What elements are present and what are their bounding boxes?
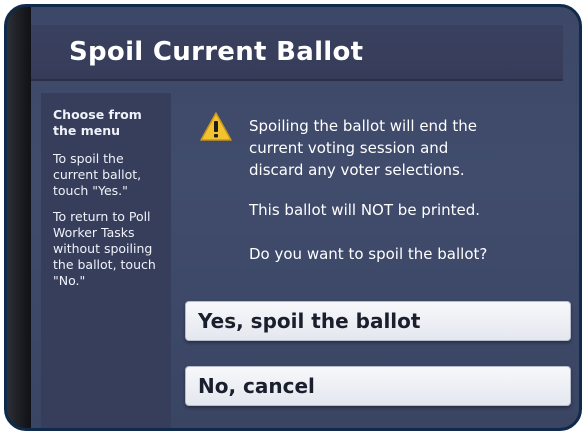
- page-title: Spoil Current Ballot: [69, 37, 364, 67]
- sidebar-instruction-no: To return to Poll Worker Tasks without s…: [53, 209, 156, 288]
- sidebar-heading: Choose from the menu: [53, 107, 142, 138]
- title-bar: Spoil Current Ballot: [31, 25, 563, 81]
- confirm-question: Do you want to spoil the ballot?: [249, 245, 488, 263]
- device-bezel: [7, 7, 31, 428]
- warning-line-2: current voting session and: [249, 139, 449, 157]
- yes-spoil-button[interactable]: Yes, spoil the ballot: [185, 301, 571, 341]
- warning-line-3: discard any voter selections.: [249, 161, 465, 179]
- warning-line-1: Spoiling the ballot will end the: [249, 117, 477, 135]
- sidebar-instruction-yes: To spoil the current ballot, touch "Yes.…: [53, 151, 142, 198]
- not-printed-notice: This ballot will NOT be printed.: [249, 201, 481, 219]
- help-sidebar: Choose from the menu To spoil the curren…: [41, 93, 171, 428]
- warning-triangle-icon: [199, 111, 233, 143]
- no-cancel-button[interactable]: No, cancel: [185, 366, 571, 406]
- kiosk-frame: Spoil Current Ballot Choose from the men…: [4, 4, 582, 431]
- warning-message: Spoiling the ballot will end the current…: [249, 115, 569, 181]
